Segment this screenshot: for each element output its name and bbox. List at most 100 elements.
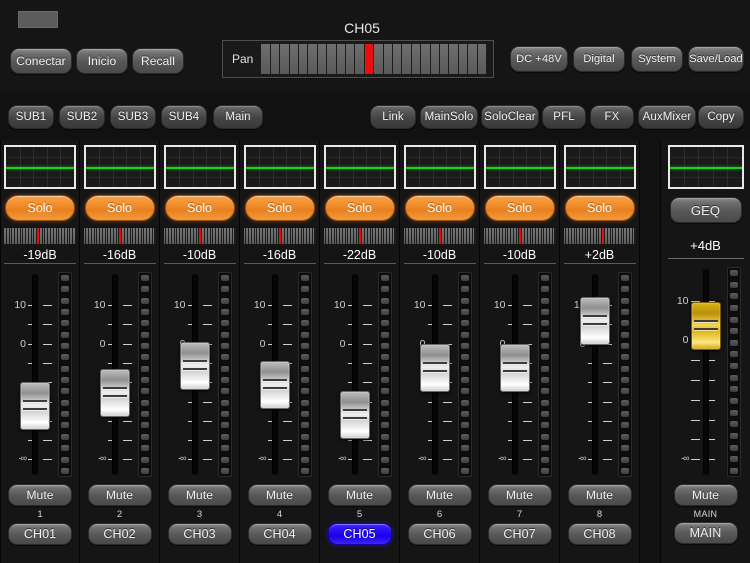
pan-control[interactable]: Pan	[222, 40, 494, 78]
channel-eq-curve-display[interactable]	[323, 145, 396, 189]
channel-trim-meter[interactable]	[163, 228, 236, 244]
fader-track[interactable]	[32, 274, 38, 475]
save-load-button[interactable]: Save/Load	[688, 46, 744, 72]
master-select-button[interactable]: MAIN	[673, 522, 738, 544]
scale-label: 10	[333, 299, 346, 312]
mute-button[interactable]: Mute	[567, 484, 632, 506]
channel-fader-zone[interactable]: 100-∞	[320, 268, 400, 481]
channel-trim-meter[interactable]	[323, 228, 396, 244]
scale-tick	[602, 440, 612, 442]
channel-eq-curve-display[interactable]	[563, 145, 636, 189]
channel-trim-meter[interactable]	[563, 228, 636, 244]
scale-tick	[602, 362, 612, 364]
channel-eq-curve-display[interactable]	[243, 145, 316, 189]
main-solo-button[interactable]: MainSolo	[420, 105, 478, 129]
bus-button-sub4[interactable]: SUB4	[161, 105, 207, 129]
channel-select-button[interactable]: CH01	[8, 523, 72, 545]
scale-label: -∞	[98, 453, 106, 464]
channel-select-button[interactable]: CH04	[247, 523, 312, 545]
pfl-button[interactable]: PFL	[542, 105, 586, 129]
channel-select-button[interactable]: CH05	[327, 523, 392, 545]
solo-button[interactable]: Solo	[564, 195, 635, 221]
scale-tick	[690, 360, 700, 362]
channel-select-button[interactable]: CH08	[567, 523, 632, 545]
phantom-power-button[interactable]: DC +48V	[510, 46, 568, 72]
trim-tick	[486, 228, 489, 244]
channel-fader-zone[interactable]: 100-∞	[0, 268, 80, 481]
channel-eq-curve-display[interactable]	[163, 145, 236, 189]
channel-fader-zone[interactable]: 100-∞	[480, 268, 560, 481]
system-button[interactable]: System	[631, 46, 683, 72]
channel-fader-handle[interactable]	[339, 390, 370, 439]
master-fader-zone[interactable]: 10 0 -∞	[661, 263, 750, 481]
solo-button[interactable]: Solo	[324, 195, 395, 221]
solo-button[interactable]: Solo	[164, 195, 235, 221]
trim-tick	[307, 228, 309, 244]
solo-button[interactable]: Solo	[484, 195, 555, 221]
solo-button[interactable]: Solo	[404, 195, 475, 221]
channel-trim-meter[interactable]	[83, 228, 156, 244]
bus-button-sub1[interactable]: SUB1	[8, 105, 54, 129]
bus-button-main[interactable]: Main	[213, 105, 263, 129]
mute-button[interactable]: Mute	[327, 484, 392, 506]
master-bottom-controls: Mute MAIN MAIN	[661, 481, 750, 563]
mute-button[interactable]: Mute	[247, 484, 312, 506]
solo-button[interactable]: Solo	[244, 195, 315, 221]
start-button[interactable]: Inicio	[76, 48, 128, 74]
channel-eq-curve-display[interactable]	[403, 145, 476, 189]
channel-fader-handle[interactable]	[20, 382, 50, 431]
copy-button[interactable]: Copy	[698, 105, 744, 129]
mute-button[interactable]: Mute	[487, 484, 552, 506]
mute-button[interactable]: Mute	[167, 484, 232, 506]
channel-fader-handle[interactable]	[179, 341, 210, 390]
channel-select-button[interactable]: CH02	[87, 523, 152, 545]
channel-trim-meter[interactable]	[483, 228, 556, 244]
channel-fader-zone[interactable]: 100-∞	[160, 268, 240, 481]
channel-fader-zone[interactable]: 100-∞	[240, 268, 320, 481]
fader-track[interactable]	[351, 274, 358, 475]
channel-select-button[interactable]: CH06	[407, 523, 472, 545]
channel-trim-meter[interactable]	[403, 228, 476, 244]
link-button[interactable]: Link	[370, 105, 416, 129]
connect-button[interactable]: Conectar	[10, 48, 72, 74]
channel-eq-curve-display[interactable]	[4, 145, 76, 189]
channel-fader-handle[interactable]	[579, 296, 610, 345]
channel-trim-meter[interactable]	[4, 228, 76, 244]
aux-mixer-button[interactable]: AuxMixer	[638, 105, 696, 129]
mute-button[interactable]: Mute	[407, 484, 472, 506]
channel-select-button[interactable]: CH03	[167, 523, 232, 545]
meter-led	[61, 365, 69, 372]
channel-fader-zone[interactable]: 100-∞	[560, 268, 640, 481]
digital-button[interactable]: Digital	[573, 46, 625, 72]
channel-fader-handle[interactable]	[259, 360, 290, 409]
channel-fader-handle[interactable]	[99, 369, 130, 418]
master-mute-button[interactable]: Mute	[673, 484, 738, 506]
solo-button[interactable]: Solo	[84, 195, 155, 221]
solo-clear-button[interactable]: SoloClear	[481, 105, 539, 129]
channel-fader-handle[interactable]	[419, 343, 450, 392]
channel-trim-meter[interactable]	[243, 228, 316, 244]
channel-fader-zone[interactable]: 100-∞	[400, 268, 480, 481]
mute-button[interactable]: Mute	[87, 484, 152, 506]
mute-button[interactable]: Mute	[8, 484, 72, 506]
fx-button[interactable]: FX	[590, 105, 634, 129]
pan-slider-track[interactable]	[261, 44, 487, 74]
master-fader-handle[interactable]	[690, 301, 721, 350]
geq-button[interactable]: GEQ	[669, 197, 742, 223]
recall-button[interactable]: Recall	[132, 48, 184, 74]
channel-select-button[interactable]: CH07	[487, 523, 552, 545]
channel-strip-container: Solo -19dB 10 0 -∞ Mute 1 CH01 Solo -16dB 10 0 -∞ Mut…	[0, 140, 660, 563]
bus-button-sub2[interactable]: SUB2	[59, 105, 105, 129]
bus-button-sub3[interactable]: SUB3	[110, 105, 156, 129]
solo-button[interactable]: Solo	[5, 195, 75, 221]
trim-tick	[265, 228, 268, 244]
meter-led	[729, 363, 738, 370]
meter-led	[620, 433, 629, 440]
fader-track[interactable]	[702, 269, 709, 475]
channel-eq-curve-display[interactable]	[83, 145, 156, 189]
channel-eq-curve-display[interactable]	[483, 145, 556, 189]
channel-fader-handle[interactable]	[499, 343, 530, 392]
channel-fader-zone[interactable]: 100-∞	[80, 268, 160, 481]
master-eq-curve-display[interactable]	[667, 145, 744, 189]
scale-tick	[43, 324, 52, 326]
